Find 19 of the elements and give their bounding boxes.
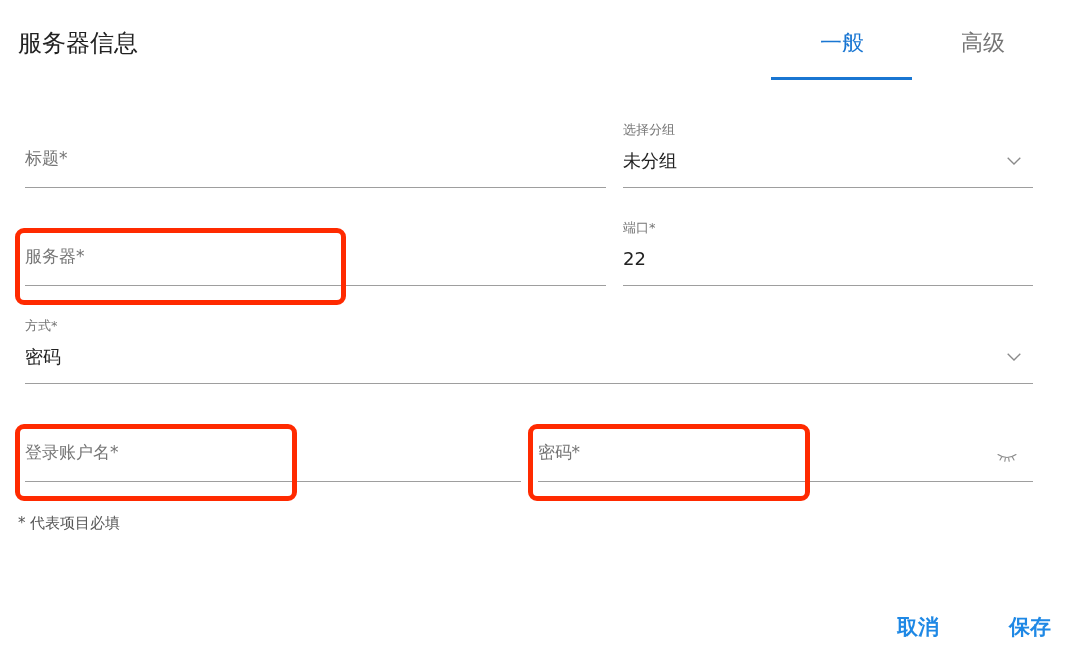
chevron-down-icon [1007, 352, 1021, 361]
password-input[interactable]: 密码* [537, 434, 997, 481]
eye-closed-icon[interactable] [997, 453, 1017, 462]
text-input[interactable]: 22 [623, 238, 1033, 286]
dropdown-select[interactable]: 密码 [25, 336, 1033, 384]
required-note: * 代表项目必填 [18, 513, 121, 533]
field-label: 端口* [623, 219, 656, 237]
tab[interactable]: 一般 [771, 0, 912, 80]
dropdown-select[interactable]: 未分组 [623, 140, 1033, 188]
chevron-down-icon [1007, 156, 1021, 165]
field-label: 方式* [25, 317, 58, 335]
tab[interactable]: 高级 [912, 0, 1053, 80]
field-label: 选择分组 [623, 121, 675, 139]
text-input[interactable]: 标题* [25, 140, 606, 188]
text-input[interactable]: 服务器* [25, 238, 606, 286]
text-button[interactable]: 取消 [887, 607, 949, 647]
dialog-title: 服务器信息 [18, 28, 138, 59]
text-input[interactable]: 登录账户名* [25, 434, 521, 482]
text-button[interactable]: 保存 [999, 607, 1061, 647]
